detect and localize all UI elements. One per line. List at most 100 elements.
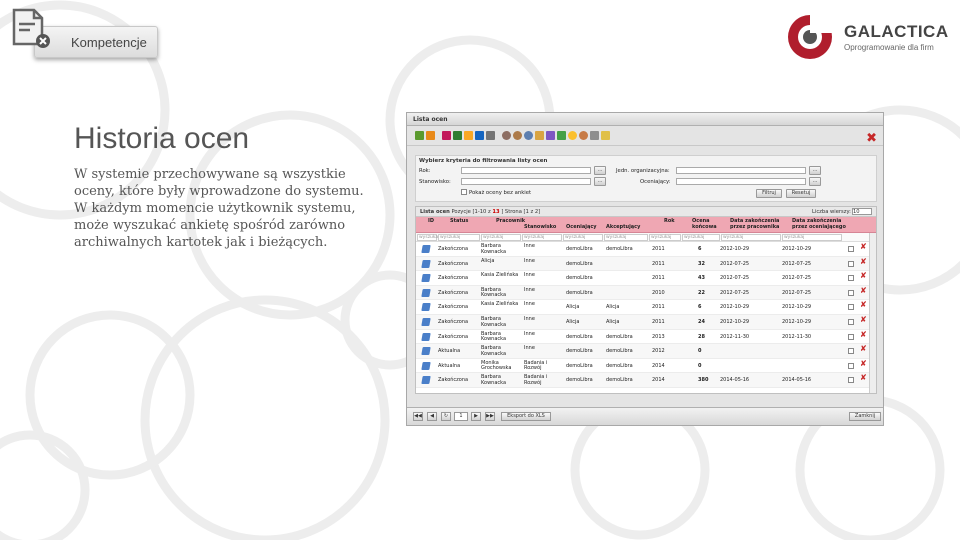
filter-stanowisko[interactable]: wyszukaj [522, 234, 562, 241]
header-akceptujacy[interactable]: Akceptujący [606, 224, 640, 231]
rok-picker-button[interactable]: ... [594, 166, 606, 175]
header-ocena[interactable]: Ocena końcowa [692, 218, 722, 230]
filter-akceptujacy[interactable]: wyszukaj [604, 234, 648, 241]
delete-icon[interactable]: ✘ [860, 374, 867, 381]
star-icon[interactable] [426, 131, 435, 140]
delete-icon[interactable]: ✘ [860, 257, 867, 264]
color-yellow-icon[interactable] [464, 131, 473, 140]
delete-icon[interactable]: ✘ [860, 345, 867, 352]
filter-data2[interactable]: wyszukaj [782, 234, 842, 241]
edit-icon[interactable] [421, 274, 431, 283]
delete-icon[interactable]: ✘ [860, 316, 867, 323]
people-icon[interactable] [579, 131, 588, 140]
edit-icon[interactable] [421, 259, 431, 268]
oceniajacy-input[interactable] [676, 178, 806, 185]
pokaz-checkbox[interactable] [461, 189, 467, 195]
jednostka-input[interactable] [676, 167, 806, 174]
report-icon[interactable] [535, 131, 544, 140]
table-row[interactable]: Zakończona Barbara Kownacka Inne demoLibra d… [416, 242, 876, 257]
page-input[interactable]: 1 [454, 412, 468, 421]
edit-icon[interactable] [421, 317, 431, 326]
document-icon-2[interactable] [557, 131, 566, 140]
edit-icon[interactable] [421, 347, 431, 356]
header-stanowisko[interactable]: Stanowisko [524, 224, 556, 231]
table-row[interactable]: Zakończona Kasia Zielińska Inne demoLibra 20… [416, 271, 876, 286]
oceniajacy-picker-button[interactable]: ... [809, 177, 821, 186]
header-rok[interactable]: Rok [664, 218, 675, 225]
filtruj-button[interactable]: Filtruj [756, 189, 782, 198]
edit-icon[interactable] [421, 245, 431, 253]
color-gray-icon[interactable] [486, 131, 495, 140]
edit-icon[interactable] [421, 361, 431, 370]
row-checkbox[interactable] [848, 275, 854, 282]
table-row[interactable]: Zakończona Barbara Kownacka Badania i Rozw… [416, 373, 876, 388]
delete-icon[interactable]: ✘ [860, 301, 867, 308]
resetuj-button[interactable]: Resetuj [786, 189, 816, 198]
delete-icon[interactable]: ✘ [860, 360, 867, 367]
row-checkbox[interactable] [848, 246, 854, 252]
delete-icon[interactable]: ✘ [860, 287, 867, 294]
table-row[interactable]: Zakończona Barbara Kownacka Inne Alicja Alic… [416, 314, 876, 330]
edit-icon[interactable] [421, 303, 431, 312]
user-edit-icon[interactable] [513, 131, 522, 140]
edit-icon[interactable] [421, 332, 431, 341]
chart-icon[interactable] [546, 131, 555, 140]
filter-id[interactable]: wyszukaj [417, 234, 439, 241]
filter-ocena[interactable]: wyszukaj [682, 234, 720, 241]
filter-data1[interactable]: wyszukaj [721, 234, 781, 241]
table-row[interactable]: Aktualna Barbara Kownacka Inne demoLibra dem… [416, 344, 876, 359]
table-row[interactable]: Zakończona Kasia Zielińska Inne Alicja Alicj… [416, 300, 876, 315]
row-checkbox[interactable] [848, 260, 854, 267]
header-pracownik[interactable]: Pracownik [496, 218, 525, 225]
refresh-page-icon[interactable]: ↻ [441, 412, 451, 421]
last-page-icon[interactable]: ▶▶ [485, 412, 495, 421]
delete-icon[interactable]: ✘ [860, 272, 867, 279]
rows-select[interactable]: 10 [852, 208, 872, 215]
zamknij-button[interactable]: Zamknij [849, 412, 881, 421]
filter-status[interactable]: wyszukaj [438, 234, 480, 241]
delete-icon[interactable]: ✘ [860, 243, 867, 250]
header-data1[interactable]: Data zakończenia przez pracownika [730, 218, 788, 230]
stanowisko-picker-button[interactable]: ... [594, 177, 606, 186]
edit-icon[interactable] [421, 288, 431, 297]
next-page-icon[interactable]: ▶ [471, 412, 481, 421]
stanowisko-input[interactable] [461, 178, 591, 185]
prev-page-icon[interactable]: ◀ [427, 412, 437, 421]
color-pink-icon[interactable] [442, 131, 451, 140]
color-blue-icon[interactable] [475, 131, 484, 140]
delete-icon[interactable]: ✘ [860, 330, 867, 337]
header-data2[interactable]: Data zakończenia przez oceniającego [792, 218, 846, 230]
table-row[interactable]: Aktualna Monika Grochowska Badania i Rozwó… [416, 359, 876, 374]
table-row[interactable]: Zakończona Alicja Inne demoLibra 2011 32 2012-… [416, 256, 876, 272]
row-checkbox[interactable] [848, 289, 854, 296]
header-id[interactable]: ID [428, 218, 434, 225]
row-checkbox[interactable] [848, 333, 854, 340]
row-checkbox[interactable] [848, 318, 854, 325]
filter-pracownik[interactable]: wyszukaj [481, 234, 521, 241]
settings-icon[interactable] [590, 131, 599, 140]
export-xls-button[interactable]: Eksport do XLS [501, 412, 551, 421]
row-checkbox[interactable] [848, 304, 854, 311]
user-group-icon[interactable] [524, 131, 533, 140]
edit-icon[interactable] [421, 376, 431, 385]
table-row[interactable]: Zakończona Barbara Kownacka Inne demoLibra d… [416, 330, 876, 345]
rok-input[interactable] [461, 167, 591, 174]
grid-scrollbar[interactable] [869, 233, 876, 393]
table-row[interactable]: Zakończona Barbara Kownacka Inne demoLibra 2… [416, 285, 876, 301]
first-page-icon[interactable]: ◀◀ [413, 412, 423, 421]
filter-rok[interactable]: wyszukaj [649, 234, 681, 241]
row-checkbox[interactable] [848, 377, 854, 384]
tab-kompetencje[interactable]: Kompetencje [34, 26, 158, 58]
color-green-icon[interactable] [453, 131, 462, 140]
folder-icon[interactable] [601, 131, 610, 140]
close-icon[interactable]: ✖ [866, 131, 877, 146]
refresh-icon[interactable] [415, 131, 424, 140]
user-icon[interactable] [502, 131, 511, 140]
header-oceniajacy[interactable]: Oceniający [566, 224, 597, 231]
header-status[interactable]: Status [450, 218, 468, 225]
row-checkbox[interactable] [848, 348, 854, 355]
filter-oceniajacy[interactable]: wyszukaj [563, 234, 603, 241]
row-checkbox[interactable] [848, 362, 854, 369]
jednostka-picker-button[interactable]: ... [809, 166, 821, 175]
smiley-icon[interactable] [568, 131, 577, 140]
